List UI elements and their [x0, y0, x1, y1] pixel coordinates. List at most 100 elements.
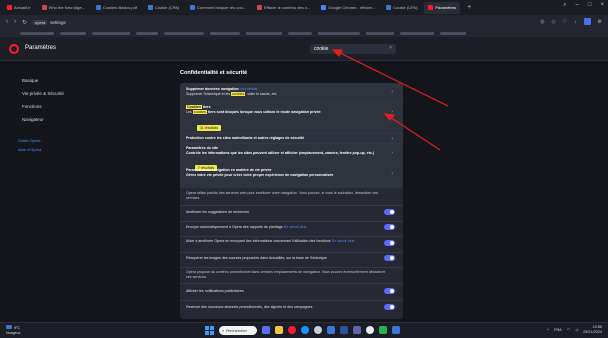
- app-icon[interactable]: [327, 326, 335, 334]
- app-icon[interactable]: [379, 326, 387, 334]
- settings-search-input[interactable]: cookie ×: [310, 44, 396, 54]
- bookmark[interactable]: [366, 31, 394, 35]
- app-icon[interactable]: [366, 326, 374, 334]
- window-controls: ⌕ – □ ×: [563, 2, 604, 9]
- reload-icon[interactable]: ↻: [22, 19, 27, 26]
- toggle-crash-reports[interactable]: [384, 224, 395, 230]
- tab-4[interactable]: Comment bloquer les coo...: [186, 2, 250, 14]
- volume-icon[interactable]: ◁: [575, 327, 578, 332]
- shield-icon[interactable]: ◇: [552, 19, 556, 25]
- sidebar-link-help[interactable]: Aide d'Opéra: [18, 147, 41, 152]
- bookmark[interactable]: [288, 31, 312, 35]
- bookmark[interactable]: [318, 31, 360, 35]
- site-settings-row[interactable]: Paramètres du site Contrôle les informat…: [186, 146, 391, 156]
- clock[interactable]: 13:58 25/01/2024: [583, 325, 602, 334]
- chevron-right-icon[interactable]: ›: [391, 109, 393, 115]
- chevron-right-icon[interactable]: ›: [391, 171, 393, 177]
- forward-icon[interactable]: ›: [14, 19, 16, 25]
- url-field[interactable]: opera settings: [33, 18, 66, 27]
- close-icon[interactable]: ×: [600, 2, 604, 9]
- clear-data-row[interactable]: Supprimer données navigation Voir détail…: [186, 87, 391, 97]
- bookmark[interactable]: [246, 31, 282, 35]
- private-title: Paramètres de navigation en matière de v…: [186, 168, 272, 172]
- third-party-cookies-row[interactable]: Cookies tiers Les cookies tiers sont blo…: [186, 105, 391, 115]
- bookmark[interactable]: [20, 31, 54, 35]
- sidebar-item-basique[interactable]: Basique: [22, 78, 38, 83]
- divider: [180, 102, 403, 103]
- tab-settings[interactable]: Paramètres: [424, 1, 461, 14]
- bookmark[interactable]: [92, 31, 130, 35]
- tab-label: Actualit.fr: [14, 5, 31, 10]
- weather-widget[interactable]: 9°C Nuageux: [6, 325, 20, 335]
- toolbar-right: ◎ ◇ ♡ ↓ ⚙: [540, 18, 602, 25]
- tab-3[interactable]: Cookie (CPA): [144, 2, 183, 14]
- back-icon[interactable]: ‹: [6, 19, 8, 25]
- learn-more-link[interactable]: En savoir plus: [284, 225, 307, 229]
- tab-strip: Actualit.fr Who the New Alge... Cookies …: [0, 0, 608, 15]
- toggle-search-suggestions[interactable]: [384, 209, 395, 215]
- minimize-icon[interactable]: –: [576, 2, 579, 9]
- toggle-promo-notifications[interactable]: [384, 288, 395, 294]
- opera-icon[interactable]: [288, 326, 296, 334]
- maximize-icon[interactable]: □: [588, 2, 592, 9]
- toggle-label-promo-bookmarks: Recevoir des nouveaux abonnés promotionn…: [186, 305, 313, 309]
- camera-icon[interactable]: ◎: [540, 19, 544, 25]
- clear-data-hint[interactable]: Voir détails: [240, 87, 258, 91]
- bookmark[interactable]: [136, 31, 158, 35]
- address-bar: ‹ › ↻ opera settings ◎ ◇ ♡ ↓ ⚙: [0, 15, 608, 29]
- clear-data-desc: Supprimer l'historique et les: [186, 92, 231, 96]
- toggle-promo-bookmarks[interactable]: [384, 304, 395, 310]
- heart-icon[interactable]: ♡: [563, 19, 567, 25]
- protection-label: Protection contre les sites malveillants…: [186, 136, 305, 140]
- taskbar-search[interactable]: ⌕ Rechercher: [219, 326, 257, 335]
- bookmark[interactable]: [400, 31, 434, 35]
- chevron-right-icon[interactable]: ›: [391, 89, 393, 95]
- chevron-up-icon[interactable]: ^: [547, 328, 549, 332]
- learn-more-link[interactable]: En savoir plus: [332, 239, 355, 243]
- tab-6[interactable]: Google Chrome - effacer...: [317, 2, 379, 14]
- toggle-news-images[interactable]: [384, 255, 395, 261]
- sidebar-item-features[interactable]: Fonctions: [22, 104, 42, 109]
- taskbar-search-label: Rechercher: [226, 328, 247, 333]
- tab-1[interactable]: Who the New Alge...: [38, 2, 89, 14]
- divider: [180, 236, 403, 237]
- wifi-icon[interactable]: ◠: [567, 327, 570, 332]
- chevron-right-icon[interactable]: ›: [391, 150, 393, 156]
- app-icon[interactable]: [392, 326, 400, 334]
- toggle-usage-info[interactable]: [384, 240, 395, 246]
- word-icon[interactable]: [340, 326, 348, 334]
- sidebar-item-privacy[interactable]: Vie privée & Sécurité: [22, 91, 64, 96]
- bookmark[interactable]: [210, 31, 240, 35]
- new-tab-button[interactable]: +: [467, 4, 471, 11]
- private-browsing-row[interactable]: Paramètres de navigation en matière de v…: [186, 168, 391, 178]
- start-icon[interactable]: [205, 326, 214, 335]
- teams-icon[interactable]: [353, 326, 361, 334]
- bookmark[interactable]: [440, 31, 466, 35]
- sidebar-item-browser[interactable]: Navigateur: [22, 117, 44, 122]
- tab-label: Effacer le contenu des c...: [264, 5, 311, 10]
- account-icon[interactable]: [583, 18, 591, 25]
- download-icon[interactable]: ↓: [574, 19, 577, 25]
- search-tabs-icon[interactable]: ⌕: [563, 2, 566, 9]
- divider: [180, 267, 403, 268]
- app-icon[interactable]: [262, 326, 270, 334]
- clear-search-icon[interactable]: ×: [389, 45, 392, 51]
- settings-gear-icon[interactable]: ⚙: [598, 19, 602, 25]
- chevron-right-icon[interactable]: ›: [391, 136, 393, 142]
- tab-favicon-icon: [321, 5, 327, 10]
- tab-2[interactable]: Cookies Basics.pdf: [92, 2, 141, 14]
- protection-row[interactable]: Protection contre les sites malveillants…: [186, 136, 391, 141]
- tab-favicon-icon: [95, 5, 101, 10]
- tab-0[interactable]: Actualit.fr: [3, 2, 35, 14]
- search-value: cookie: [314, 46, 329, 52]
- sidebar-link-tools[interactable]: Outils Opéra: [18, 138, 40, 143]
- app-icon[interactable]: [314, 326, 322, 334]
- bookmark[interactable]: [164, 31, 204, 35]
- file-explorer-icon[interactable]: [275, 326, 283, 334]
- bookmark[interactable]: [60, 31, 86, 35]
- language-indicator[interactable]: FRA: [554, 328, 562, 332]
- tab-5[interactable]: Effacer le contenu des c...: [253, 2, 314, 14]
- usage-info-label: Aider à améliorer Opera en envoyant des …: [186, 239, 331, 243]
- tab-7[interactable]: Cookie (CPA): [382, 2, 421, 14]
- edge-icon[interactable]: [301, 326, 309, 334]
